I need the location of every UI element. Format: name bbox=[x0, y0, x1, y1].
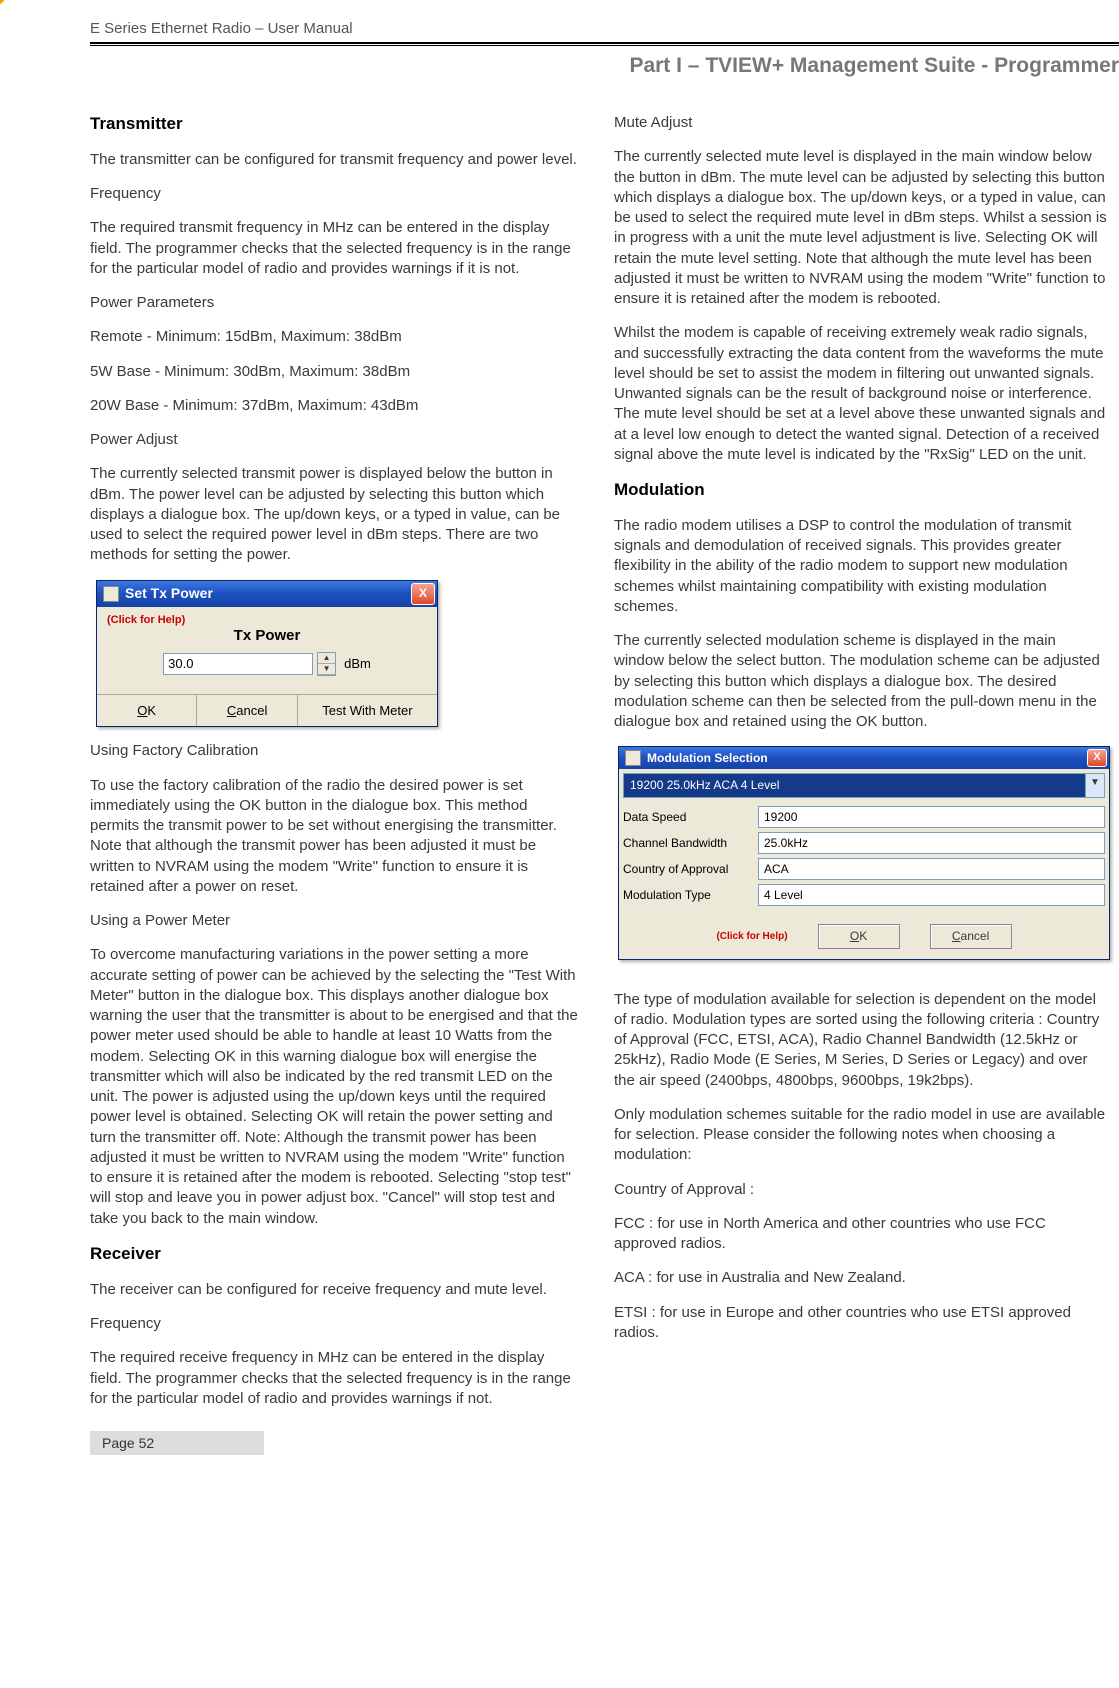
tx-power-input[interactable] bbox=[163, 653, 313, 675]
label-channel-bandwidth: Channel Bandwidth bbox=[623, 835, 758, 851]
rx-freq-head: Frequency bbox=[90, 1314, 579, 1334]
right-column: Mute Adjust The currently selected mute … bbox=[614, 113, 1109, 1423]
power-adjust-body: The currently selected transmit power is… bbox=[90, 464, 579, 565]
dialog-set-tx-power: Set Tx Power X (Click for Help) Tx Power… bbox=[96, 580, 438, 728]
unit-label: dBm bbox=[340, 655, 371, 673]
ok-button[interactable]: OOKK bbox=[97, 695, 197, 727]
pp-remote: Remote - Minimum: 15dBm, Maximum: 38dBm bbox=[90, 327, 579, 347]
test-with-meter-button[interactable]: Test With Meter bbox=[298, 695, 437, 727]
value-country-approval: ACA bbox=[758, 858, 1105, 880]
value-data-speed: 19200 bbox=[758, 806, 1105, 828]
pp-20w: 20W Base - Minimum: 37dBm, Maximum: 43dB… bbox=[90, 396, 579, 416]
close-icon[interactable]: X bbox=[1087, 749, 1107, 767]
value-modulation-type: 4 Level bbox=[758, 884, 1105, 906]
rx-freq-body: The required receive frequency in MHz ca… bbox=[90, 1348, 579, 1409]
close-icon[interactable]: X bbox=[411, 583, 435, 605]
power-adjust-head: Power Adjust bbox=[90, 430, 579, 450]
freq-body: The required transmit frequency in MHz c… bbox=[90, 218, 579, 279]
mod-p2: The currently selected modulation scheme… bbox=[614, 631, 1109, 732]
chevron-down-icon[interactable]: ▼ bbox=[1086, 773, 1105, 797]
mute-p1: The currently selected mute level is dis… bbox=[614, 147, 1109, 309]
ufc-body: To use the factory calibration of the ra… bbox=[90, 776, 579, 898]
dialog-titlebar: Modulation Selection X bbox=[619, 747, 1109, 769]
ok-button[interactable]: OK bbox=[818, 924, 900, 948]
tx-intro: The transmitter can be configured for tr… bbox=[90, 150, 579, 170]
rx-intro: The receiver can be configured for recei… bbox=[90, 1280, 579, 1300]
label-modulation-type: Modulation Type bbox=[623, 887, 758, 903]
ufc-head: Using Factory Calibration bbox=[90, 741, 579, 761]
mod-p3: The type of modulation available for sel… bbox=[614, 990, 1109, 1091]
modulation-select[interactable]: 19200 25.0kHz ACA 4 Level bbox=[623, 773, 1086, 797]
cancel-button[interactable]: Cancel bbox=[930, 924, 1012, 948]
value-channel-bandwidth: 25.0kHz bbox=[758, 832, 1105, 854]
pp-5w: 5W Base - Minimum: 30dBm, Maximum: 38dBm bbox=[90, 362, 579, 382]
dialog-titlebar: Set Tx Power X bbox=[97, 581, 437, 607]
help-link[interactable]: (Click for Help) bbox=[716, 930, 787, 944]
dialog-title: Set Tx Power bbox=[125, 584, 411, 603]
freq-head: Frequency bbox=[90, 184, 579, 204]
coa-aca: ACA : for use in Australia and New Zeala… bbox=[614, 1268, 1109, 1288]
app-icon bbox=[625, 750, 641, 766]
heading-receiver: Receiver bbox=[90, 1243, 579, 1266]
mute-p2: Whilst the modem is capable of receiving… bbox=[614, 323, 1109, 465]
spinner[interactable]: ▲▼ bbox=[317, 652, 336, 676]
mute-head: Mute Adjust bbox=[614, 113, 1109, 133]
heading-transmitter: Transmitter bbox=[90, 113, 579, 136]
upm-head: Using a Power Meter bbox=[90, 911, 579, 931]
corner-decor bbox=[0, 0, 6, 6]
app-icon bbox=[103, 586, 119, 602]
mod-p4: Only modulation schemes suitable for the… bbox=[614, 1105, 1109, 1166]
part-title: Part I – TVIEW+ Management Suite - Progr… bbox=[0, 54, 1119, 78]
coa-etsi: ETSI : for use in Europe and other count… bbox=[614, 1303, 1109, 1344]
coa-fcc: FCC : for use in North America and other… bbox=[614, 1214, 1109, 1255]
label-data-speed: Data Speed bbox=[623, 809, 758, 825]
upm-body: To overcome manufacturing variations in … bbox=[90, 945, 579, 1229]
left-column: Transmitter The transmitter can be confi… bbox=[90, 113, 579, 1423]
dialog-title: Modulation Selection bbox=[647, 750, 1087, 766]
power-params-head: Power Parameters bbox=[90, 293, 579, 313]
label-country-approval: Country of Approval bbox=[623, 861, 758, 877]
header-rule bbox=[90, 42, 1119, 46]
heading-modulation: Modulation bbox=[614, 479, 1109, 502]
coa-head: Country of Approval : bbox=[614, 1180, 1109, 1200]
dialog-modulation-selection: Modulation Selection X 19200 25.0kHz ACA… bbox=[618, 746, 1110, 959]
cancel-button[interactable]: Cancel bbox=[197, 695, 297, 727]
tx-power-label: Tx Power bbox=[107, 626, 427, 646]
page-number: Page 52 bbox=[90, 1431, 264, 1455]
mod-p1: The radio modem utilises a DSP to contro… bbox=[614, 516, 1109, 617]
doc-title: E Series Ethernet Radio – User Manual bbox=[0, 20, 1119, 37]
